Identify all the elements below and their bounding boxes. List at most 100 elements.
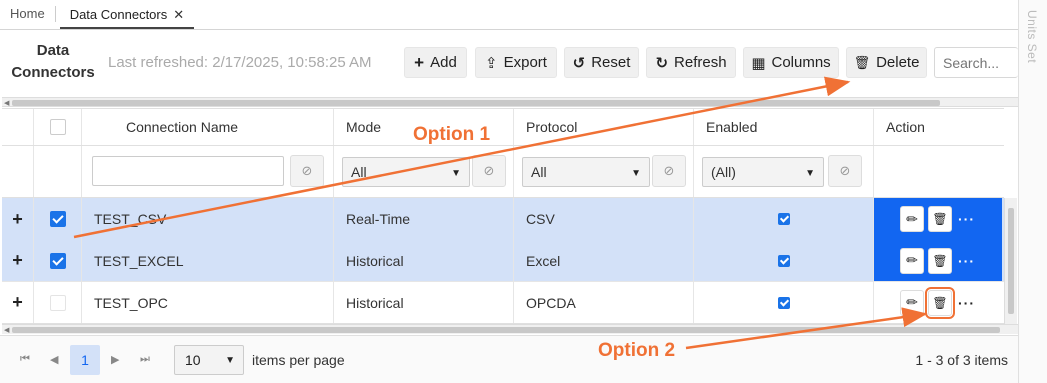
- annotation-option-2: Option 2: [598, 340, 676, 361]
- items-per-page-label: items per page: [252, 352, 345, 368]
- tab-home[interactable]: Home: [0, 0, 55, 29]
- search-input[interactable]: [934, 47, 1018, 78]
- clear-filter-button[interactable]: ⊘: [290, 155, 324, 187]
- enabled-filter-dropdown[interactable]: (All) ▼: [702, 157, 824, 187]
- mode-cell: Historical: [334, 240, 514, 281]
- prev-page-icon[interactable]: ◀: [50, 353, 58, 366]
- expand-row-button[interactable]: +: [2, 198, 34, 240]
- row-checkbox[interactable]: [49, 211, 66, 227]
- page-size-dropdown[interactable]: 10 ▼: [174, 345, 244, 375]
- add-button[interactable]: + Add: [404, 47, 467, 78]
- more-options-icon[interactable]: ···: [958, 211, 975, 227]
- horizontal-scrollbar-top[interactable]: ◀: [2, 97, 1018, 107]
- columns-button[interactable]: ▦ Columns: [743, 47, 839, 78]
- filter-clear-icon: ⊘: [483, 163, 495, 178]
- filter-connection-name-cell: ⊘: [82, 146, 334, 197]
- clear-filter-button[interactable]: ⊘: [472, 155, 506, 187]
- clear-filter-button[interactable]: ⊘: [828, 155, 862, 187]
- connection-name-value: TEST_CSV: [94, 211, 167, 227]
- protocol-value: CSV: [526, 211, 555, 227]
- row-checkbox[interactable]: [49, 294, 66, 311]
- refresh-button[interactable]: ↻ Refresh: [646, 47, 736, 78]
- enabled-checkbox: [777, 296, 790, 309]
- connection-name-filter-input[interactable]: [92, 156, 284, 186]
- filter-clear-icon: ⊘: [301, 163, 313, 178]
- item-count-text: 1 - 3 of 3 items: [915, 352, 1008, 368]
- expand-row-button[interactable]: +: [2, 282, 34, 323]
- scrollbar-thumb[interactable]: [12, 327, 1000, 333]
- mode-value: Historical: [346, 294, 404, 311]
- page-number-button[interactable]: 1: [70, 345, 100, 375]
- delete-button[interactable]: 🗑 Delete: [846, 47, 927, 78]
- refresh-button-label: Refresh: [674, 54, 727, 71]
- trash-icon: 🗑: [932, 212, 948, 226]
- row-checkbox[interactable]: [49, 252, 66, 269]
- enabled-cell: [694, 282, 874, 323]
- last-refreshed-text: Last refreshed: 2/17/2025, 10:58:25 AM: [108, 54, 372, 71]
- header-connection-name[interactable]: Connection Name: [82, 109, 334, 145]
- grid-header-row: Connection Name Mode Protocol Enabled Ac…: [2, 108, 1004, 146]
- edit-button[interactable]: ✏: [900, 247, 924, 274]
- protocol-value: OPCDA: [526, 294, 576, 311]
- reset-button[interactable]: ↺ Reset: [564, 47, 639, 78]
- row-delete-button[interactable]: 🗑: [928, 247, 952, 274]
- protocol-cell: CSV: [514, 198, 694, 240]
- tab-bar: Home Data Connectors ✕: [0, 0, 1018, 30]
- select-all-checkbox[interactable]: [49, 119, 66, 135]
- row-select-cell: [34, 282, 82, 323]
- filter-clear-icon: ⊘: [663, 163, 675, 178]
- delete-button-label: Delete: [876, 54, 920, 71]
- enabled-filter-value: (All): [711, 164, 736, 180]
- edit-button[interactable]: ✏: [900, 289, 924, 316]
- tab-data-connectors[interactable]: Data Connectors ✕: [59, 0, 195, 29]
- vertical-scrollbar[interactable]: [1004, 198, 1017, 324]
- last-page-icon[interactable]: ⏭: [140, 353, 150, 366]
- filter-select-cell: [34, 146, 82, 197]
- columns-icon: ▦: [751, 54, 766, 72]
- row-delete-button[interactable]: 🗑: [928, 206, 952, 232]
- filter-enabled-cell: (All) ▼ ⊘: [694, 146, 874, 197]
- edit-button[interactable]: ✏: [900, 206, 924, 232]
- header-enabled[interactable]: Enabled: [694, 109, 874, 145]
- page-size-value: 10: [185, 352, 201, 368]
- first-page-icon[interactable]: ⏮: [20, 353, 30, 366]
- protocol-value: Excel: [526, 252, 561, 269]
- plus-icon: +: [12, 250, 23, 270]
- close-icon[interactable]: ✕: [173, 7, 184, 22]
- next-page-icon[interactable]: ▶: [111, 353, 119, 366]
- mode-filter-value: All: [351, 164, 367, 180]
- export-button[interactable]: ⇪ Export: [475, 47, 557, 78]
- row-delete-button[interactable]: 🗑: [925, 286, 955, 319]
- expand-row-button[interactable]: +: [2, 240, 34, 281]
- header-protocol-label: Protocol: [526, 119, 578, 135]
- table-row[interactable]: + TEST_CSV Real-Time CSV ✏ 🗑 ···: [2, 198, 1004, 240]
- header-protocol[interactable]: Protocol: [514, 109, 694, 145]
- scroll-left-icon: ◀: [4, 327, 10, 334]
- table-row[interactable]: + TEST_EXCEL Historical Excel ✏ 🗑 ···: [2, 240, 1004, 282]
- scrollbar-thumb[interactable]: [1008, 208, 1014, 314]
- grid-filter-row: ⊘ All ▼ ⊘ All ▼ ⊘ (All) ▼ ⊘: [2, 146, 1004, 198]
- pencil-icon: ✏: [906, 210, 918, 227]
- more-options-icon[interactable]: ···: [958, 295, 975, 311]
- mode-filter-dropdown[interactable]: All ▼: [342, 157, 470, 187]
- horizontal-scrollbar-bottom[interactable]: ◀: [2, 324, 1018, 334]
- filter-mode-cell: All ▼ ⊘: [334, 146, 514, 197]
- mode-cell: Historical: [334, 282, 514, 323]
- units-set-panel[interactable]: Units Set: [1018, 0, 1047, 383]
- scrollbar-thumb[interactable]: [12, 100, 940, 106]
- protocol-filter-dropdown[interactable]: All ▼: [522, 157, 650, 187]
- clear-filter-button[interactable]: ⊘: [652, 155, 686, 187]
- protocol-cell: Excel: [514, 240, 694, 281]
- pencil-icon: ✏: [906, 294, 918, 310]
- header-mode-label: Mode: [346, 119, 382, 135]
- filter-clear-icon: ⊘: [839, 163, 851, 178]
- action-cell: ✏ 🗑 ···: [874, 282, 1004, 323]
- more-options-icon[interactable]: ···: [958, 253, 975, 269]
- table-row[interactable]: + TEST_OPC Historical OPCDA ✏ 🗑 ···: [2, 282, 1004, 324]
- connection-name-cell: TEST_OPC: [82, 282, 334, 323]
- pencil-icon: ✏: [906, 252, 918, 268]
- chevron-down-icon: ▼: [631, 168, 641, 179]
- plus-icon: +: [414, 52, 425, 72]
- tab-data-connectors-label: Data Connectors: [69, 7, 168, 22]
- header-select-cell: [34, 109, 82, 145]
